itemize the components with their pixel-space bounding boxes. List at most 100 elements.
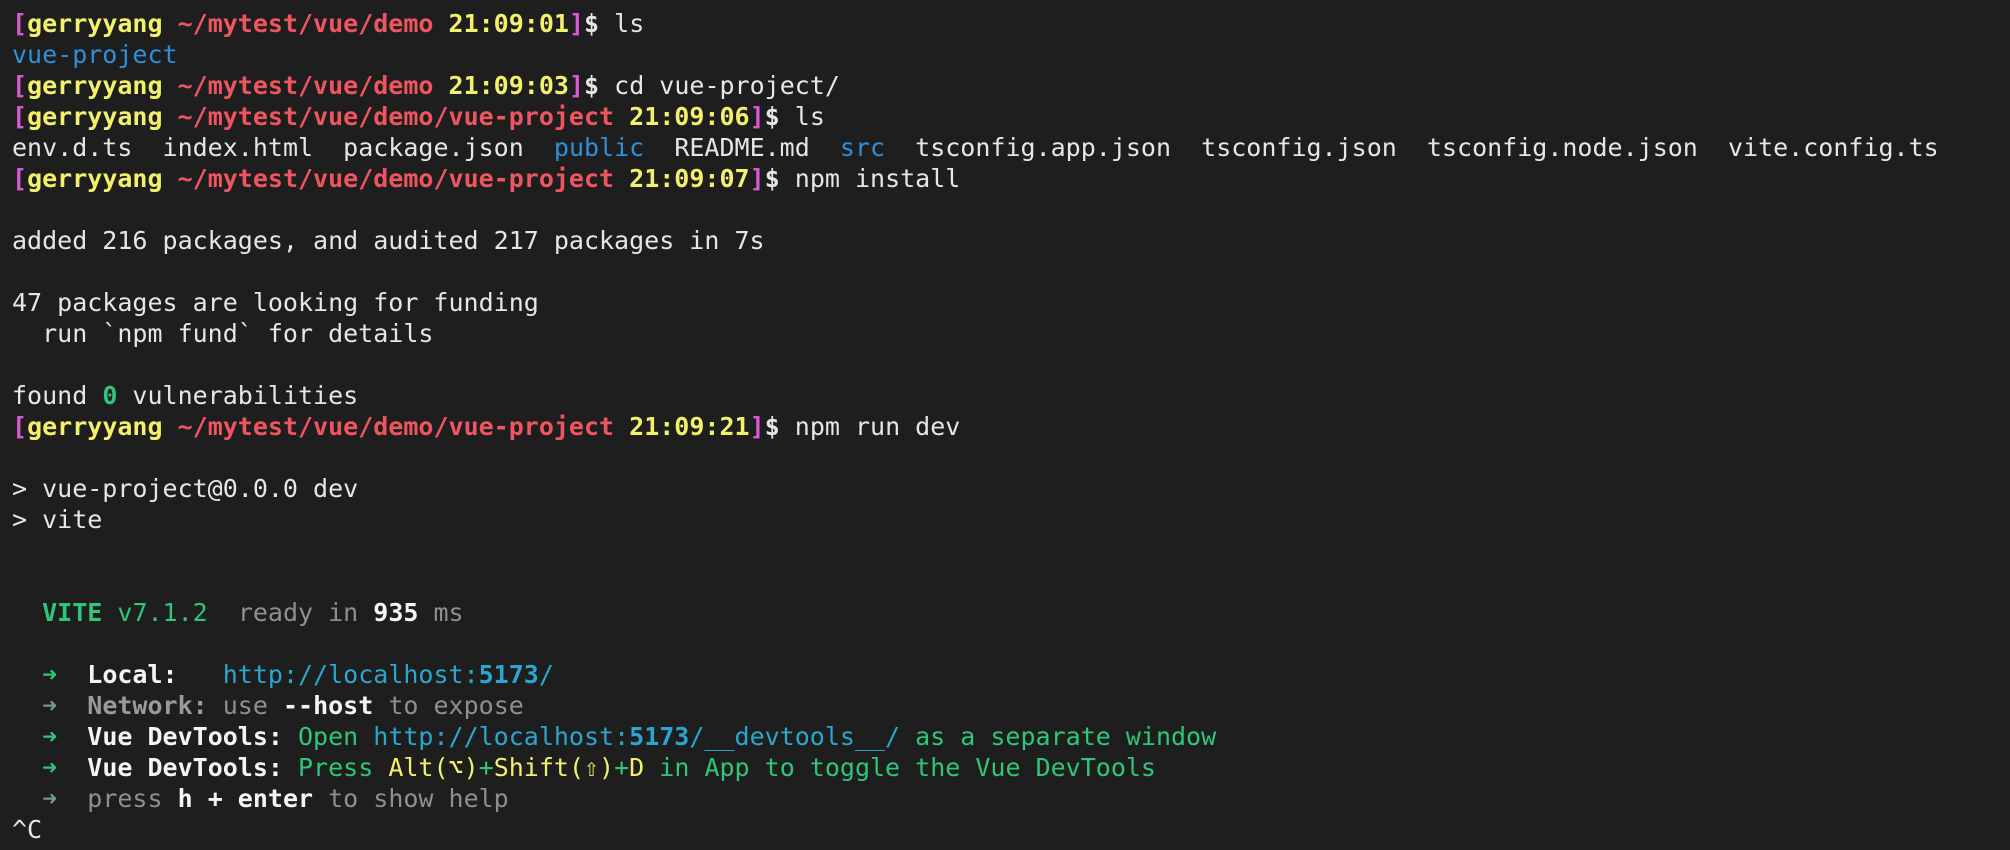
npm-script-text: > vue-project@0.0.0 dev: [12, 474, 359, 503]
npm-funding-line: 47 packages are looking for funding: [12, 287, 539, 318]
prompt-user: gerryyang: [27, 102, 163, 131]
npm-vite-line: > vite: [12, 504, 102, 535]
local-url-port: 5173: [478, 660, 539, 689]
devtools-open-text: Open: [282, 722, 374, 751]
arrow-right-icon: ➜: [42, 784, 58, 813]
vite-ready-ms: 935: [373, 598, 419, 627]
vulnerabilities-prefix: found: [12, 381, 103, 410]
devtools-url-suffix: /__devtools__/: [689, 722, 901, 751]
devtools-press-text: Press: [282, 753, 389, 782]
ls-file-entry: tsconfig.node.json: [1426, 133, 1698, 162]
prompt-open-bracket: [: [12, 71, 28, 100]
prompt-user: gerryyang: [27, 164, 163, 193]
plus-sign: +: [478, 753, 494, 782]
ls-file-entry: README.md: [674, 133, 810, 162]
npm-added-line: added 216 packages, and audited 217 pack…: [12, 225, 765, 256]
arrow-right-icon: ➜: [42, 753, 58, 782]
prompt-line-2: [gerryyang ~/mytest/vue/demo 21:09:03]$ …: [12, 70, 840, 101]
command-text: npm install: [794, 164, 961, 193]
devtools-label: Vue DevTools:: [87, 753, 283, 782]
plus-sign: +: [614, 753, 630, 782]
vite-network-text-pre: use: [207, 691, 283, 720]
ls-directory-entry: src: [839, 133, 886, 162]
npm-fund-hint-line: run `npm fund` for details: [12, 318, 433, 349]
vite-network-line: ➜ Network: use --host to expose: [12, 690, 524, 721]
npm-funding-text: 47 packages are looking for funding: [12, 288, 539, 317]
output-line: vue-project: [12, 39, 178, 70]
local-url-prefix: http://localhost:: [222, 660, 479, 689]
prompt-time: 21:09:21: [629, 412, 750, 441]
prompt-user: gerryyang: [27, 9, 163, 38]
prompt-user: gerryyang: [27, 71, 163, 100]
ls-directory-entry: vue-project: [12, 40, 178, 69]
prompt-close-bracket: ]: [749, 102, 765, 131]
vulnerabilities-suffix: vulnerabilities: [117, 381, 359, 410]
vite-local-label: Local:: [87, 660, 178, 689]
help-press-text: press: [87, 784, 178, 813]
devtools-url-port: 5173: [629, 722, 690, 751]
prompt-open-bracket: [: [12, 412, 28, 441]
vite-version: v7.1.2: [117, 598, 208, 627]
vite-network-flag: --host: [282, 691, 374, 720]
prompt-path: ~/mytest/vue/demo/vue-project: [177, 102, 615, 131]
vite-network-text-post: to expose: [373, 691, 524, 720]
vite-local-line: ➜ Local: http://localhost:5173/: [12, 659, 554, 690]
vite-ready-prefix: ready in: [237, 598, 374, 627]
npm-script-line: > vue-project@0.0.0 dev: [12, 473, 358, 504]
arrow-right-icon: ➜: [42, 660, 58, 689]
ls-output-line: env.d.ts index.html package.json public …: [12, 132, 1939, 163]
vite-devtools-open-line: ➜ Vue DevTools: Open http://localhost:51…: [12, 721, 1216, 752]
prompt-path: ~/mytest/vue/demo: [177, 71, 434, 100]
command-text: ls: [794, 102, 825, 131]
command-text: ls: [614, 9, 645, 38]
vite-ready-unit: ms: [418, 598, 464, 627]
ls-file-entry: index.html: [162, 133, 314, 162]
devtools-open-tail: as a separate window: [900, 722, 1217, 751]
prompt-dollar: $: [584, 71, 600, 100]
prompt-user: gerryyang: [27, 412, 163, 441]
prompt-line-3: [gerryyang ~/mytest/vue/demo/vue-project…: [12, 101, 825, 132]
interrupt-text: ^C: [12, 815, 43, 844]
prompt-path: ~/mytest/vue/demo/vue-project: [177, 164, 615, 193]
ls-file-entry: vite.config.ts: [1727, 133, 1939, 162]
arrow-right-icon: ➜: [42, 691, 58, 720]
prompt-close-bracket: ]: [749, 412, 765, 441]
prompt-dollar: $: [764, 102, 780, 131]
prompt-line-1: [gerryyang ~/mytest/vue/demo 21:09:01]$ …: [12, 8, 644, 39]
devtools-toggle-tail: in App to toggle the Vue DevTools: [644, 753, 1156, 782]
prompt-line-5: [gerryyang ~/mytest/vue/demo/vue-project…: [12, 411, 960, 442]
prompt-open-bracket: [: [12, 164, 28, 193]
interrupt-line: ^C: [12, 814, 42, 845]
command-text: npm run dev: [794, 412, 961, 441]
vite-help-line: ➜ press h + enter to show help: [12, 783, 509, 814]
prompt-close-bracket: ]: [568, 9, 585, 38]
ls-file-entry: tsconfig.json: [1201, 133, 1397, 162]
prompt-dollar: $: [764, 412, 780, 441]
local-url-link[interactable]: http://localhost:5173/: [223, 660, 554, 689]
npm-vulnerabilities-line: found 0 vulnerabilities: [12, 380, 358, 411]
npm-added-text: added 216 packages, and audited 217 pack…: [12, 226, 765, 255]
arrow-right-icon: ➜: [42, 722, 58, 751]
prompt-path: ~/mytest/vue/demo/vue-project: [177, 412, 615, 441]
vulnerabilities-count: 0: [102, 381, 118, 410]
prompt-path: ~/mytest/vue/demo: [177, 9, 434, 38]
prompt-close-bracket: ]: [568, 71, 585, 100]
terminal-window[interactable]: [gerryyang ~/mytest/vue/demo 21:09:01]$ …: [0, 0, 2010, 850]
prompt-dollar: $: [584, 9, 600, 38]
devtools-url-link[interactable]: http://localhost:5173/__devtools__/: [373, 722, 900, 751]
shift-key: Shift(⇧): [493, 753, 615, 782]
vite-devtools-toggle-line: ➜ Vue DevTools: Press Alt(⌥)+Shift(⇧)+D …: [12, 752, 1156, 783]
alt-key: Alt(⌥): [388, 753, 479, 782]
ls-directory-entry: public: [553, 133, 645, 162]
prompt-dollar: $: [764, 164, 780, 193]
ls-file-entry: package.json: [343, 133, 524, 162]
command-text: cd vue-project/: [614, 71, 840, 100]
vite-banner-line: VITE v7.1.2 ready in 935 ms: [12, 597, 464, 628]
prompt-open-bracket: [: [12, 102, 28, 131]
prompt-time: 21:09:03: [448, 71, 569, 100]
prompt-close-bracket: ]: [749, 164, 765, 193]
help-keys: h + enter: [177, 784, 314, 813]
ls-file-entry: tsconfig.app.json: [915, 133, 1172, 162]
prompt-time: 21:09:01: [448, 9, 569, 38]
npm-vite-text: > vite: [12, 505, 103, 534]
